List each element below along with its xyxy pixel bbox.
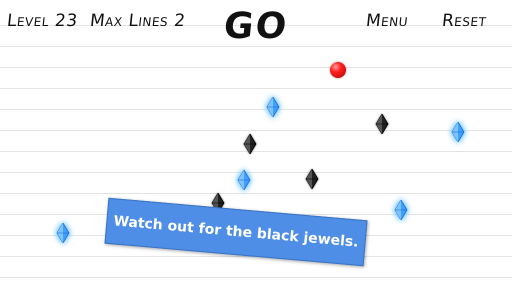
tip-banner: Watch out for the black jewels. bbox=[104, 197, 368, 267]
max-lines-label: Max Lines 2 bbox=[88, 11, 187, 31]
level-label: Level 23 bbox=[5, 11, 79, 31]
red-ball-icon bbox=[330, 62, 346, 78]
go-button[interactable]: GO bbox=[222, 6, 290, 47]
black-jewel-icon bbox=[243, 134, 257, 154]
blue-jewel-icon bbox=[56, 223, 70, 243]
blue-jewel-icon bbox=[266, 97, 280, 117]
tip-text: Watch out for the black jewels. bbox=[112, 213, 360, 251]
blue-jewel-icon bbox=[451, 122, 465, 142]
menu-button[interactable]: Menu bbox=[365, 11, 409, 31]
black-jewel-icon bbox=[305, 169, 319, 189]
blue-jewel-icon bbox=[237, 170, 251, 190]
reset-button[interactable]: Reset bbox=[441, 11, 488, 31]
black-jewel-icon bbox=[375, 114, 389, 134]
game-stage[interactable]: Level 23 Max Lines 2 GO Menu Reset Watch… bbox=[0, 0, 512, 288]
blue-jewel-icon bbox=[394, 200, 408, 220]
